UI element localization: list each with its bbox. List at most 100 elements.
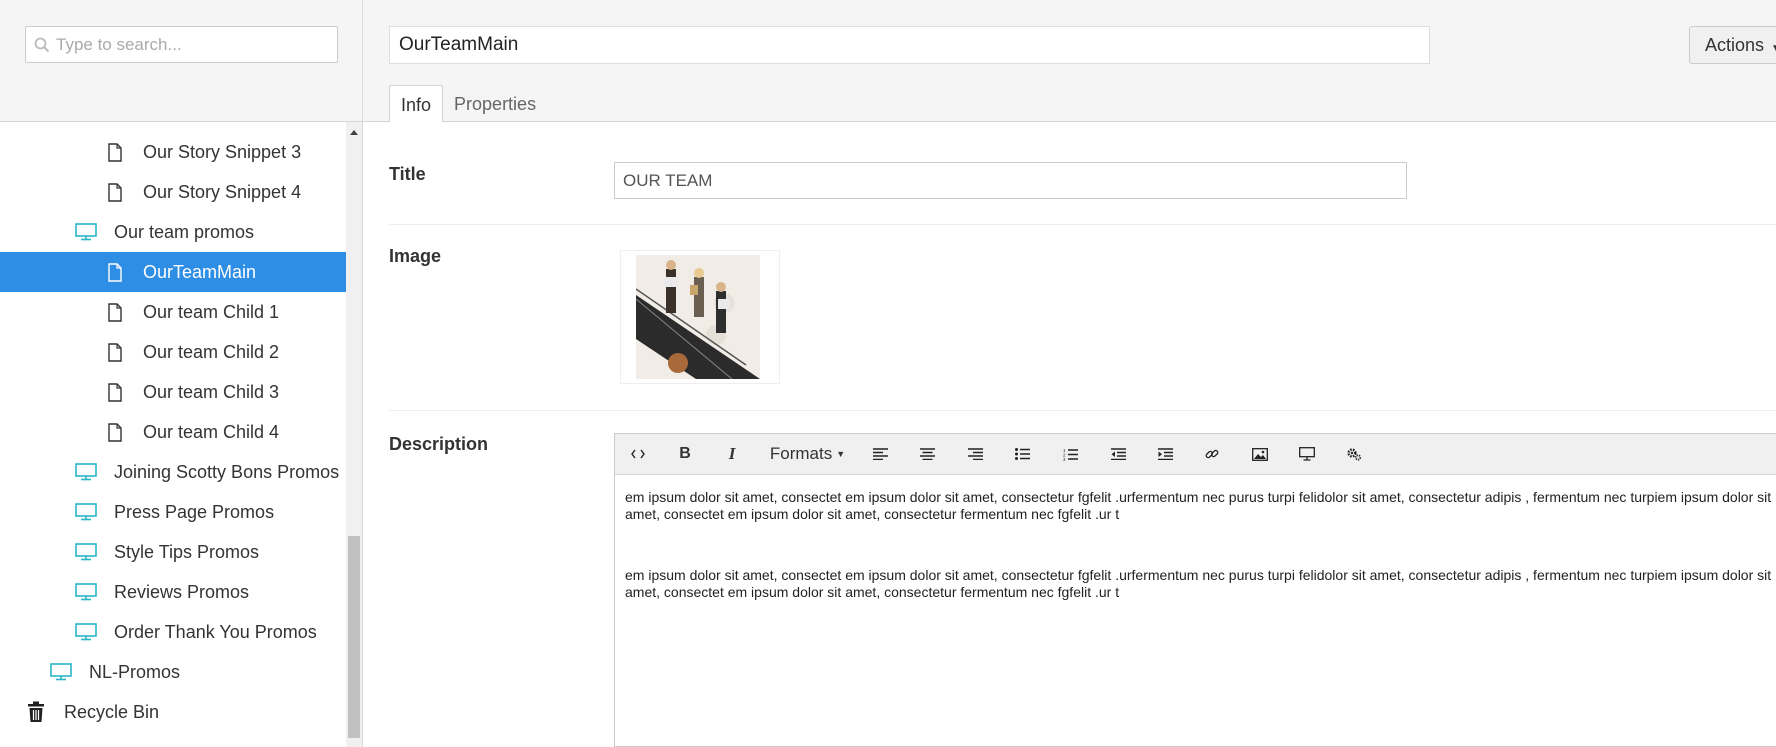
document-icon — [103, 380, 127, 404]
monitor-icon — [74, 620, 98, 644]
tab-properties[interactable]: Properties — [443, 85, 547, 123]
document-icon — [103, 140, 127, 164]
code-icon — [631, 449, 645, 459]
italic-icon: I — [728, 444, 736, 463]
scrollbar-thumb[interactable] — [348, 536, 360, 738]
bullet-list-icon — [1014, 448, 1030, 460]
document-icon — [103, 300, 127, 324]
italic-button[interactable]: I — [717, 439, 747, 469]
source-code-button[interactable] — [623, 439, 653, 469]
search-input[interactable] — [56, 27, 334, 62]
divider — [389, 410, 1776, 411]
tree-item-label: Our Story Snippet 3 — [143, 141, 302, 162]
main-panel: OurTeamMain Actions ▼ Info Properties Ti… — [363, 0, 1776, 747]
align-left-icon — [872, 448, 888, 460]
document-icon — [103, 180, 127, 204]
paragraph: em ipsum dolor sit amet, consectet em ip… — [625, 567, 1772, 600]
tree-item-press-page-promos[interactable]: Press Page Promos — [0, 492, 346, 532]
tree-item-label: Our Story Snippet 4 — [143, 181, 302, 202]
tree-item-label: Our team Child 1 — [143, 301, 280, 322]
sidebar-header — [0, 0, 362, 122]
document-icon — [103, 340, 127, 364]
image-thumbnail[interactable] — [636, 255, 760, 379]
tree-item-order-thank-you-promos[interactable]: Order Thank You Promos — [0, 612, 346, 652]
editor-toolbar: B I Formats ▼ 1 2 3 — [615, 434, 1776, 475]
paragraph: em ipsum dolor sit amet, consectet em ip… — [625, 489, 1772, 522]
tree-item-our-story-snippet-4[interactable]: Our Story Snippet 4 — [0, 172, 346, 212]
tree-item-label: OurTeamMain — [143, 261, 257, 282]
tree-item-recycle-bin[interactable]: Recycle Bin — [0, 692, 346, 732]
settings-button[interactable] — [1339, 439, 1369, 469]
tree-item-our-team-child-4[interactable]: Our team Child 4 — [0, 412, 346, 452]
insert-image-button[interactable] — [1245, 439, 1275, 469]
monitor-icon — [74, 220, 98, 244]
editor-content[interactable]: em ipsum dolor sit amet, consectet em ip… — [625, 489, 1773, 645]
tree-item-ourteammain[interactable]: OurTeamMain — [0, 252, 346, 292]
tree-item-label: Order Thank You Promos — [114, 621, 317, 642]
tree-item-label: Our team Child 4 — [143, 421, 280, 442]
tree-item-label: Our team promos — [114, 221, 255, 242]
align-center-icon — [919, 448, 935, 460]
tree-item-our-team-child-2[interactable]: Our team Child 2 — [0, 332, 346, 372]
tree-item-label: Our team Child 2 — [143, 341, 280, 362]
scroll-up-arrow-icon[interactable] — [346, 122, 362, 142]
align-right-button[interactable] — [960, 439, 990, 469]
indent-button[interactable] — [1150, 439, 1180, 469]
actions-button[interactable]: Actions ▼ — [1689, 26, 1776, 64]
tab-bar: Info Properties — [389, 85, 547, 123]
tree-scrollbar[interactable] — [346, 122, 362, 747]
node-name-input[interactable]: OurTeamMain — [389, 26, 1430, 64]
monitor-icon — [74, 540, 98, 564]
link-icon — [1205, 449, 1219, 459]
content-tree: Our Story Snippet 3 Our Story Snippet 4 … — [0, 122, 346, 747]
trash-icon — [24, 700, 48, 724]
tree-item-nl-promos[interactable]: NL-Promos — [0, 652, 346, 692]
bold-button[interactable]: B — [670, 439, 700, 469]
tree-item-our-team-promos[interactable]: Our team promos — [0, 212, 346, 252]
monitor-icon — [1299, 447, 1315, 461]
tree-item-reviews-promos[interactable]: Reviews Promos — [0, 572, 346, 612]
formats-label: Formats — [769, 444, 833, 463]
align-left-button[interactable] — [865, 439, 895, 469]
insert-macro-button[interactable] — [1292, 439, 1322, 469]
search-box[interactable] — [25, 26, 338, 63]
tree-item-our-team-child-3[interactable]: Our team Child 3 — [0, 372, 346, 412]
tree-item-our-team-child-1[interactable]: Our team Child 1 — [0, 292, 346, 332]
caret-down-icon: ▼ — [836, 449, 846, 459]
tree-item-label: Style Tips Promos — [114, 541, 260, 562]
outdent-icon — [1110, 448, 1126, 460]
title-field[interactable]: OUR TEAM — [614, 162, 1407, 199]
gears-icon — [1347, 448, 1362, 461]
insert-link-button[interactable] — [1197, 439, 1227, 469]
tree-item-label: Recycle Bin — [64, 701, 160, 722]
app-window: Our Story Snippet 3 Our Story Snippet 4 … — [0, 0, 1776, 747]
numbered-list-button[interactable]: 123 — [1055, 439, 1085, 469]
tree-item-style-tips-promos[interactable]: Style Tips Promos — [0, 532, 346, 572]
tree-item-label: Press Page Promos — [114, 501, 275, 522]
tree-item-joining-scotty-bons-promos[interactable]: Joining Scotty Bons Promos — [0, 452, 346, 492]
divider — [389, 224, 1776, 225]
editor-header: OurTeamMain Actions ▼ Info Properties — [363, 0, 1776, 123]
outdent-button[interactable] — [1103, 439, 1133, 469]
formats-dropdown[interactable]: Formats ▼ — [765, 439, 850, 469]
monitor-icon — [74, 580, 98, 604]
align-right-icon — [967, 448, 983, 460]
numbered-list-icon: 123 — [1063, 448, 1078, 461]
tree-item-label: NL-Promos — [89, 661, 181, 682]
title-label: Title — [389, 164, 426, 184]
align-center-button[interactable] — [912, 439, 942, 469]
indent-icon — [1157, 448, 1173, 460]
monitor-icon — [74, 500, 98, 524]
image-label: Image — [389, 246, 442, 266]
rich-text-editor: B I Formats ▼ 1 2 3 em ipsum dolor sit a… — [614, 433, 1776, 747]
svg-text:3: 3 — [1063, 457, 1066, 461]
search-icon — [34, 37, 50, 53]
tree-item-label: Reviews Promos — [114, 581, 250, 602]
document-icon — [103, 420, 127, 444]
image-picker[interactable] — [620, 250, 780, 384]
tree-item-label: Our team Child 3 — [143, 381, 280, 402]
document-icon — [103, 260, 127, 284]
tab-info[interactable]: Info — [389, 85, 444, 123]
tree-item-our-story-snippet-3[interactable]: Our Story Snippet 3 — [0, 132, 346, 172]
bullet-list-button[interactable] — [1007, 439, 1037, 469]
